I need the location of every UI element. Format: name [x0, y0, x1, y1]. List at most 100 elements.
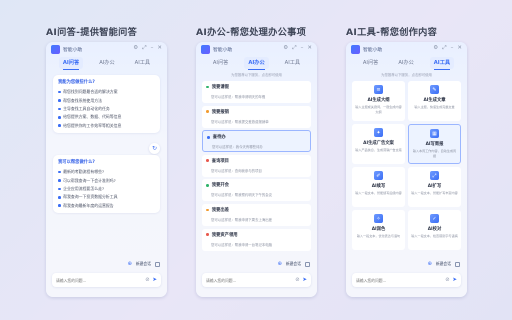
- mode-tabs: AI问答 AI办公 AI工具: [46, 57, 167, 70]
- minimize-icon[interactable]: –: [451, 46, 454, 52]
- suggestion-item[interactable]: 帮我查询最新年度的运营报告: [58, 202, 155, 210]
- new-chat-button[interactable]: 新建会话: [436, 261, 451, 267]
- send-icon[interactable]: ➤: [302, 277, 307, 283]
- bubble-header: 我能为您做些什么?: [58, 80, 95, 85]
- tool-card-ad-copy[interactable]: ✦ AI生成广告文案 输入产品信息，生成营销广告文案: [352, 124, 405, 164]
- tab-ai-qa[interactable]: AI问答: [359, 57, 382, 69]
- expand-icon[interactable]: ⤢: [142, 46, 146, 52]
- status-dot-icon: [207, 135, 210, 139]
- tab-ai-qa[interactable]: AI问答: [209, 57, 232, 69]
- expand-icon[interactable]: ⤢: [442, 46, 446, 52]
- new-chat-icon[interactable]: ⊕: [428, 261, 432, 267]
- expand-write-icon: ⤢: [430, 171, 439, 180]
- minimize-icon[interactable]: –: [301, 46, 304, 52]
- chat-toolbar: ⊕ 新建会话: [278, 261, 310, 267]
- chat-input-bar: ⊘ ➤: [352, 273, 461, 287]
- office-item-project[interactable]: 查询项目 您可以这样说：查询我参与的项目: [202, 154, 311, 177]
- suggestion-item[interactable]: 可以帮我查询一下会计准则吗?: [58, 176, 155, 184]
- window-titlebar: 智能小助 ⚙ ⤢ – ✕: [46, 42, 167, 56]
- history-icon[interactable]: [455, 261, 460, 267]
- attach-icon[interactable]: ⊘: [145, 277, 149, 283]
- tab-ai-office[interactable]: AI办公: [244, 57, 269, 70]
- app-name: 智能小助: [213, 47, 233, 53]
- app-name: 智能小助: [363, 47, 383, 53]
- close-icon[interactable]: ✕: [307, 46, 312, 52]
- suggestion-item[interactable]: 帮您查找系统使用方法: [58, 96, 155, 104]
- attach-icon[interactable]: ⊘: [295, 277, 299, 283]
- refresh-icon[interactable]: ↻: [149, 143, 160, 154]
- settings-icon[interactable]: ⚙: [283, 46, 288, 52]
- new-chat-icon[interactable]: ⊕: [128, 261, 132, 267]
- office-item-asset[interactable]: 我要资产领用 您可以这样说：帮我申请一台笔记本电脑: [202, 228, 311, 251]
- chat-input[interactable]: [356, 277, 443, 283]
- office-item-leave[interactable]: 我要请假 您可以这样说：帮我申请明天的年假: [202, 81, 311, 103]
- chat-input[interactable]: [206, 277, 293, 283]
- suggestion-item[interactable]: 帮您找到问题最合适的解决方案: [58, 88, 155, 96]
- suggestion-item[interactable]: 帮我查询一下投资数据分析工具: [58, 193, 155, 201]
- tool-grid: ≡ AI生成大纲 输入主题或关键词，一键生成内容大纲 ✎ AI生成文章 输入主题…: [352, 81, 461, 250]
- suggestion-item[interactable]: 给您提供方案、数据、代码等信息: [58, 113, 155, 121]
- status-dot-icon: [206, 85, 209, 89]
- status-dot-icon: [206, 110, 209, 113]
- article-icon: ✎: [430, 85, 439, 94]
- chat-toolbar: ⊕ 新建会话: [128, 261, 160, 267]
- suggestion-item[interactable]: 企业应用流程要怎么走?: [58, 185, 155, 193]
- suggestion-item[interactable]: 主导查找工具自动化的任务: [58, 105, 155, 113]
- tab-ai-office[interactable]: AI办公: [95, 57, 118, 69]
- app-name: 智能小助: [63, 47, 83, 53]
- suggestion-item[interactable]: 给您提供你的工作效率等相关信息: [58, 122, 155, 130]
- status-dot-icon: [206, 208, 209, 212]
- tool-card-article[interactable]: ✎ AI生成文章 输入主题，快速生成完整文章: [408, 81, 461, 121]
- bullet-icon: [58, 187, 61, 191]
- minimize-icon[interactable]: –: [151, 46, 154, 52]
- send-icon[interactable]: ➤: [452, 277, 457, 283]
- chat-input-bar: ⊘ ➤: [202, 273, 311, 287]
- tab-ai-tools[interactable]: AI工具: [429, 57, 455, 70]
- office-item-meeting[interactable]: 我要开会 您可以这样说：帮我预约明天下午的会议: [202, 179, 311, 202]
- office-item-reimburse[interactable]: 我要报销 您可以这样说：帮我提交差旅费报销单: [202, 105, 311, 128]
- tool-card-expand[interactable]: ⤢ AI扩写 输入一段文本，智能扩写丰富内容: [408, 167, 461, 207]
- status-dot-icon: [206, 183, 209, 187]
- suggestion-item[interactable]: 最新的考勤流程有哪些?: [58, 168, 155, 176]
- new-chat-button[interactable]: 新建会话: [286, 261, 301, 267]
- settings-icon[interactable]: ⚙: [133, 46, 138, 52]
- tab-ai-tools[interactable]: AI工具: [131, 57, 154, 69]
- bullet-icon: [58, 99, 61, 102]
- send-icon[interactable]: ➤: [152, 277, 157, 283]
- tool-card-weekly-report[interactable]: ▦ AI写周报 输入本周工作内容，自动生成周报: [408, 124, 461, 164]
- new-chat-button[interactable]: 新建会话: [136, 261, 151, 267]
- chat-input[interactable]: [56, 277, 143, 283]
- history-icon[interactable]: [155, 261, 160, 267]
- proofread-icon: ✓: [430, 214, 439, 223]
- attach-icon[interactable]: ⊘: [445, 277, 449, 283]
- bullet-icon: [58, 204, 61, 208]
- office-item-trip[interactable]: 我要出差 您可以这样说：帮我申请下周去上海出差: [202, 203, 311, 226]
- continue-write-icon: ✐: [374, 171, 383, 180]
- tool-card-proofread[interactable]: ✓ AI校对 输入一段文本，检查错别字与语病: [408, 210, 461, 250]
- bullet-icon: [58, 179, 61, 182]
- expand-icon[interactable]: ⤢: [292, 46, 296, 52]
- mode-tabs: AI问答 AI办公 AI工具: [196, 57, 317, 70]
- close-icon[interactable]: ✕: [457, 46, 462, 52]
- tool-card-continue[interactable]: ✐ AI续写 输入一段文本，智能续写后续内容: [352, 167, 405, 207]
- outline-icon: ≡: [374, 85, 383, 94]
- chat-input-bar: ⊘ ➤: [52, 273, 161, 287]
- bullet-icon: [58, 170, 61, 174]
- settings-icon[interactable]: ⚙: [433, 46, 438, 52]
- assistant-window-tools: 智能小助 ⚙ ⤢ – ✕ AI问答 AI办公 AI工具 为您推荐以下服务，点击即…: [346, 42, 467, 297]
- tab-ai-office[interactable]: AI办公: [394, 57, 417, 69]
- close-icon[interactable]: ✕: [157, 46, 162, 52]
- tool-card-outline[interactable]: ≡ AI生成大纲 输入主题或关键词，一键生成内容大纲: [352, 81, 405, 121]
- history-icon[interactable]: [305, 261, 310, 267]
- weekly-report-icon: ▦: [430, 129, 439, 138]
- office-item-todo[interactable]: 查待办 您可以这样说：我今天有哪些待办: [202, 130, 311, 153]
- bubble-header: 我可以帮您做什么?: [58, 160, 95, 165]
- suggestion-bubble-2: 我可以帮您做什么? 最新的考勤流程有哪些? 可以帮我查询一下会计准则吗? 企业应…: [53, 155, 160, 213]
- new-chat-icon[interactable]: ⊕: [278, 261, 282, 267]
- tab-ai-tools[interactable]: AI工具: [281, 57, 304, 69]
- tool-card-polish[interactable]: ✧ AI润色 输入一段文本，优化表达与语句: [352, 210, 405, 250]
- app-logo-icon: [351, 44, 360, 54]
- tab-ai-qa[interactable]: AI问答: [58, 57, 84, 70]
- panel-title-qa: AI问答-提供智能问答: [46, 27, 138, 38]
- office-service-list: 我要请假 您可以这样说：帮我申请明天的年假 我要报销 您可以这样说：帮我提交差旅…: [202, 81, 311, 253]
